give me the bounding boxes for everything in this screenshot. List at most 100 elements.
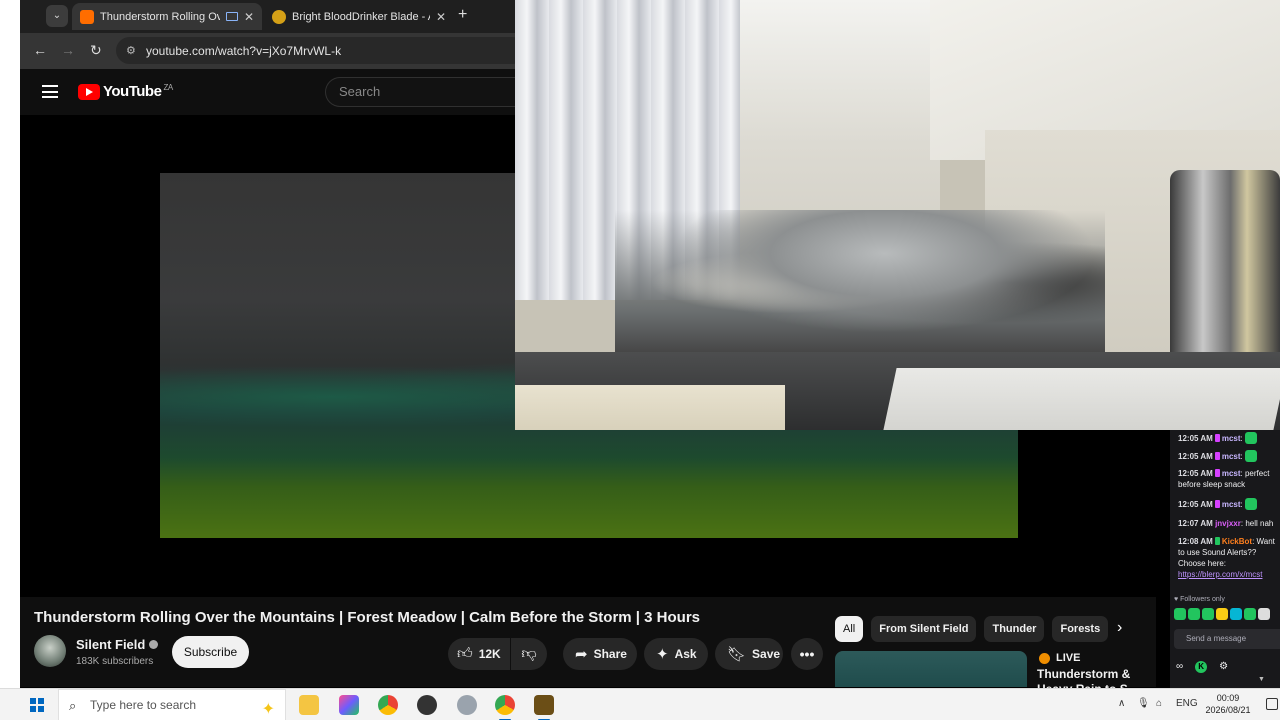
ask-button[interactable]: ✦ Ask [644, 638, 708, 670]
obs-icon[interactable] [417, 695, 437, 715]
network-icon[interactable]: ⌂ [1156, 698, 1162, 709]
bot-badge-icon [1214, 537, 1220, 545]
emote-icon[interactable] [1216, 608, 1228, 620]
emote-icon[interactable] [1258, 608, 1270, 620]
chip-forests[interactable]: Forests [1052, 616, 1109, 642]
microphone-icon[interactable]: 🎙︎ [1137, 698, 1150, 709]
taskbar: ⌕ Type here to search ✦ ∧ 🎙︎ ⌂ ENG 00:09… [0, 688, 1280, 720]
search-input[interactable]: Search [325, 77, 535, 107]
emote-bar [1174, 608, 1272, 620]
like-button[interactable]: 👍︎ 12K [448, 638, 510, 670]
bookmark-icon: 🔖︎ [727, 646, 747, 663]
save-label: Save [752, 647, 781, 661]
timestamp: 12:05 AM [1178, 434, 1213, 443]
chat-message: 12:05 AM mcst: [1178, 498, 1280, 510]
username[interactable]: jnvjxxr [1215, 519, 1241, 528]
back-icon[interactable]: ← [33, 42, 47, 58]
live-badge: LIVE [1039, 652, 1080, 664]
emote-icon [1244, 432, 1257, 444]
notification-icon[interactable] [1266, 698, 1278, 710]
taskbar-search-input[interactable]: ⌕ Type here to search ✦ [58, 689, 286, 720]
chat-panel: 12:05 AM mcst: 12:05 AM mcst: 12:05 AM mcst… [1170, 430, 1280, 688]
chrome-profile-icon[interactable] [495, 695, 515, 720]
chevron-down-icon[interactable]: ▼ [1258, 676, 1265, 683]
youtube-logo[interactable]: YouTube ZA [78, 83, 173, 100]
close-tab-icon[interactable]: ✕ [436, 10, 446, 24]
link-icon[interactable]: ∞ [1176, 661, 1183, 673]
reload-icon[interactable]: ↻ [90, 42, 102, 59]
chat-message: 12:07 AM jnvjxxr: hell nah [1178, 519, 1274, 528]
ask-label: Ask [674, 647, 697, 661]
close-tab-icon[interactable]: ✕ [244, 10, 254, 24]
save-button[interactable]: 🔖︎ Save [715, 638, 783, 670]
share-icon: ➦ [575, 646, 588, 663]
chip-from-channel[interactable]: From Silent Field [871, 616, 977, 642]
site-settings-icon[interactable]: ⚙ [126, 44, 136, 57]
copilot-icon[interactable] [339, 695, 359, 715]
recommendation-thumbnail[interactable] [835, 651, 1027, 687]
tab-thunderstorm[interactable]: Thunderstorm Rolling Over ✕ [72, 3, 262, 30]
followers-only-text: Followers only [1180, 596, 1225, 603]
tray-chevron-up-icon[interactable]: ∧ [1118, 698, 1125, 709]
dislike-button[interactable]: 👎︎ [511, 638, 547, 670]
video-info: Thunderstorm Rolling Over the Mountains … [20, 597, 1156, 696]
tab-blooddrinker[interactable]: Bright BloodDrinker Blade - AC ✕ [264, 3, 454, 30]
emote-icon[interactable] [1244, 608, 1256, 620]
search-icon: ⌕ [69, 698, 77, 713]
emote-icon [1244, 450, 1257, 462]
user-badge-icon [1214, 452, 1220, 460]
settings-icon[interactable]: ⚙ [1219, 661, 1228, 673]
cast-icon[interactable] [225, 12, 238, 21]
emote-icon[interactable] [1174, 608, 1186, 620]
emote-icon[interactable] [1202, 608, 1214, 620]
emote-icon[interactable] [1230, 608, 1242, 620]
browser-tabstrip: ⌄ Thunderstorm Rolling Over ✕ Bright Blo… [20, 0, 520, 33]
share-button[interactable]: ➦ Share [563, 638, 637, 670]
menu-icon[interactable] [42, 85, 58, 98]
message-link[interactable]: https://blerp.com/x/mcst [1178, 570, 1262, 579]
thumbs-up-icon: 👍︎ [457, 645, 473, 662]
clock[interactable]: 00:09 2026/08/21 [1200, 692, 1256, 716]
taskbar-search-placeholder: Type here to search [90, 698, 197, 712]
channel-name-text: Silent Field [76, 637, 146, 652]
subscribe-button[interactable]: Subscribe [172, 636, 249, 668]
youtube-favicon-icon [80, 9, 94, 24]
emote-icon[interactable] [1188, 608, 1200, 620]
chat-input[interactable]: Send a message [1174, 629, 1280, 649]
username[interactable]: KickBot [1222, 537, 1252, 546]
storage-jar [1170, 170, 1280, 370]
windows-start-icon[interactable] [30, 698, 44, 712]
username[interactable]: mcst [1222, 452, 1241, 461]
more-actions-button[interactable]: ••• [791, 638, 823, 670]
forward-icon[interactable]: → [61, 42, 75, 58]
channel-name[interactable]: Silent Field [76, 637, 159, 652]
app-icon[interactable] [457, 695, 477, 715]
file-explorer-icon[interactable] [299, 695, 319, 715]
emote-icon [1244, 498, 1257, 510]
language-indicator[interactable]: ENG [1176, 698, 1198, 709]
username[interactable]: mcst [1222, 469, 1241, 478]
new-tab-icon[interactable]: + [458, 6, 467, 24]
username[interactable]: mcst [1222, 434, 1241, 443]
game-icon[interactable] [534, 695, 554, 720]
channel-avatar[interactable] [34, 635, 66, 667]
tab-search-button[interactable]: ⌄ [46, 5, 68, 27]
username[interactable]: mcst [1222, 500, 1241, 509]
browser-toolbar: ← → ↻ ⚙ youtube.com/watch?v=jXo7MrvWL-k [20, 33, 526, 69]
timestamp: 12:07 AM [1178, 519, 1213, 528]
user-badge-icon [1214, 500, 1220, 508]
timestamp: 12:05 AM [1178, 452, 1213, 461]
tab-title: Bright BloodDrinker Blade - AC [292, 10, 430, 23]
chevron-right-icon[interactable]: › [1117, 619, 1122, 637]
chip-thunder[interactable]: Thunder [984, 616, 1045, 642]
kick-icon[interactable]: K [1195, 661, 1208, 673]
live-dot-icon [1039, 652, 1050, 664]
subscriber-count: 183K subscribers [76, 656, 154, 667]
chip-all[interactable]: All [835, 616, 864, 642]
address-bar[interactable]: ⚙ youtube.com/watch?v=jXo7MrvWL-k [116, 37, 526, 64]
like-count: 12K [478, 647, 501, 661]
logo-text: YouTube [103, 83, 162, 100]
cupboard [515, 385, 785, 430]
user-badge-icon [1214, 469, 1220, 477]
chrome-icon[interactable] [378, 695, 398, 715]
